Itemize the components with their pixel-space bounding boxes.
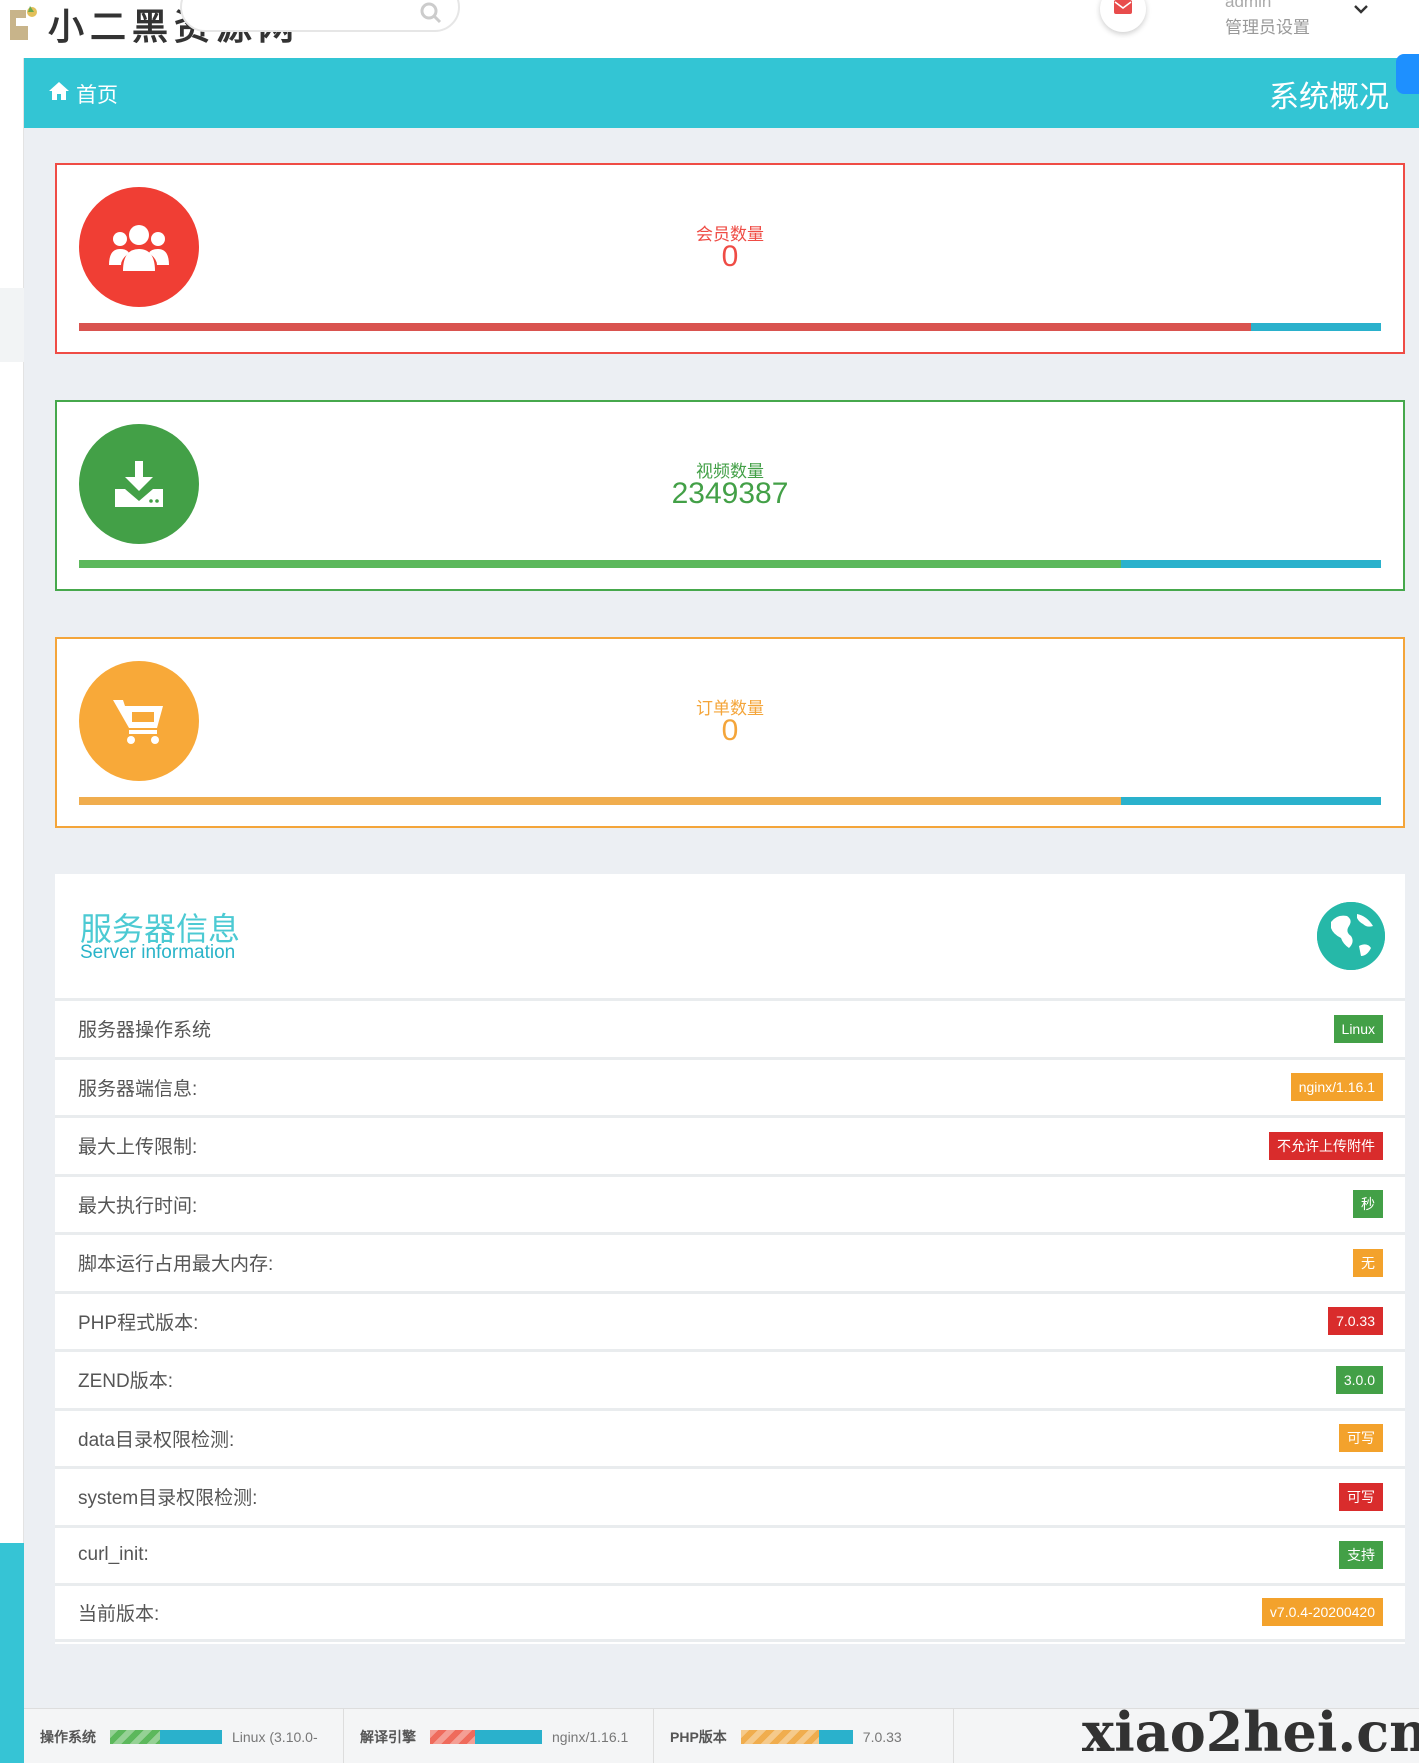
- stat-card-orders: 订单数量 0: [55, 637, 1405, 828]
- footer-label: 解译引擎: [360, 1728, 416, 1745]
- status-badge: 无: [1353, 1248, 1383, 1277]
- footer-progress-fill: [110, 1729, 161, 1744]
- status-badge: 可写: [1339, 1482, 1383, 1511]
- stat-progress-bar: [79, 560, 1381, 568]
- globe-icon: [1317, 902, 1385, 970]
- list-item: 服务器端信息: nginx/1.16.1: [55, 1056, 1405, 1116]
- page-title: 系统概况: [1269, 81, 1389, 114]
- stat-value: 0: [721, 714, 739, 747]
- status-badge: 3.0.0: [1335, 1365, 1383, 1394]
- info-label: 服务器端信息:: [78, 1078, 198, 1100]
- footer-value: Linux (3.10.0-: [232, 1728, 318, 1745]
- server-info-panel: 服务器信息 Server information 服务器操作系统 Linux 服务器…: [55, 874, 1405, 1644]
- watermark-text: xiao2hei.cn: [1082, 1700, 1419, 1763]
- list-item: 最大上传限制: 不允许上传附件: [55, 1115, 1405, 1174]
- footer-status-item: 解译引擎 nginx/1.16.1: [344, 1709, 654, 1763]
- list-item: 当前版本: v7.0.4-20200420: [55, 1583, 1405, 1642]
- mail-button[interactable]: [1100, 0, 1146, 32]
- stat-value: 2349387: [671, 477, 789, 510]
- status-badge: 不允许上传附件: [1269, 1131, 1383, 1160]
- chevron-down-icon[interactable]: [1353, 2, 1369, 20]
- info-label: 脚本运行占用最大内存:: [78, 1254, 274, 1276]
- status-badge: v7.0.4-20200420: [1261, 1598, 1383, 1627]
- info-label: 服务器操作系统: [78, 1020, 212, 1042]
- main-content: 会员数量 0 视频数量 2349387 订单数量 0 服务器信息 Server …: [24, 128, 1419, 1708]
- sidebar-item[interactable]: [0, 288, 24, 362]
- footer-value: nginx/1.16.1: [552, 1728, 629, 1745]
- footer-label: PHP版本: [670, 1728, 727, 1745]
- stat-card-videos: 视频数量 2349387: [55, 400, 1405, 591]
- stat-progress-bar: [79, 797, 1381, 805]
- info-label: 最大上传限制:: [78, 1137, 198, 1159]
- list-item: ZEND版本: 3.0.0: [55, 1349, 1405, 1408]
- list-item: curl_init: 支持: [55, 1524, 1405, 1584]
- list-item: 脚本运行占用最大内存: 无: [55, 1232, 1405, 1291]
- logo-mark-icon: [6, 4, 42, 44]
- breadcrumb-home-label: 首页: [76, 84, 118, 107]
- server-info-list: 服务器操作系统 Linux 服务器端信息: nginx/1.16.1 最大上传限制: 不允…: [55, 998, 1405, 1642]
- status-badge: 秒: [1353, 1190, 1383, 1219]
- footer-progress-bar: [430, 1729, 542, 1744]
- status-badge: 支持: [1339, 1541, 1383, 1570]
- footer-progress-bar: [740, 1729, 853, 1744]
- list-item: data目录权限检测: 可写: [55, 1407, 1405, 1467]
- envelope-icon: [1114, 0, 1132, 19]
- stat-progress-fill: [79, 323, 1251, 331]
- status-badge: 7.0.33: [1328, 1307, 1383, 1336]
- info-label: PHP程式版本:: [78, 1312, 199, 1334]
- panel-subtitle: Server information: [80, 942, 236, 963]
- info-label: ZEND版本:: [78, 1371, 174, 1393]
- footer-progress-fill: [740, 1729, 820, 1744]
- sidebar-active-item[interactable]: [0, 1543, 24, 1763]
- search-icon[interactable]: [420, 2, 442, 29]
- footer-progress-bar: [110, 1729, 222, 1744]
- status-badge: Linux: [1333, 1014, 1383, 1043]
- info-label: 最大执行时间:: [78, 1195, 198, 1217]
- top-navbar: 小二黑资源网 admin 管理员设置: [0, 0, 1419, 58]
- floating-tool-icon[interactable]: [1396, 54, 1419, 94]
- list-item: 最大执行时间: 秒: [55, 1173, 1405, 1233]
- footer-status-item: PHP版本 7.0.33: [654, 1709, 954, 1763]
- stat-card-members: 会员数量 0: [55, 163, 1405, 354]
- status-badge: 可写: [1339, 1424, 1383, 1453]
- list-item: 服务器操作系统 Linux: [55, 998, 1405, 1057]
- breadcrumb-home[interactable]: 首页: [48, 79, 118, 109]
- footer-status-item: 操作系统 Linux (3.10.0-: [24, 1709, 344, 1763]
- info-label: system目录权限检测:: [78, 1488, 258, 1510]
- stat-progress-fill: [79, 560, 1121, 568]
- stat-value: 0: [721, 240, 739, 273]
- info-label: 当前版本:: [78, 1603, 160, 1625]
- search-input[interactable]: [180, 0, 460, 32]
- status-badge: nginx/1.16.1: [1290, 1073, 1383, 1102]
- home-icon: [48, 81, 76, 107]
- list-item: PHP程式版本: 7.0.33: [55, 1290, 1405, 1350]
- footer-value: 7.0.33: [862, 1728, 902, 1745]
- footer-label: 操作系统: [40, 1728, 96, 1745]
- page-header: 首页 系统概况: [24, 58, 1419, 128]
- stat-progress-fill: [79, 797, 1121, 805]
- sidebar-collapsed: [0, 58, 24, 1763]
- info-label: data目录权限检测:: [78, 1429, 235, 1451]
- admin-name[interactable]: admin: [1225, 0, 1271, 12]
- footer-progress-fill: [430, 1729, 475, 1744]
- info-label: curl_init:: [78, 1544, 149, 1566]
- admin-settings-link[interactable]: 管理员设置: [1225, 13, 1310, 38]
- list-item: system目录权限检测: 可写: [55, 1466, 1405, 1525]
- stat-progress-bar: [79, 323, 1381, 331]
